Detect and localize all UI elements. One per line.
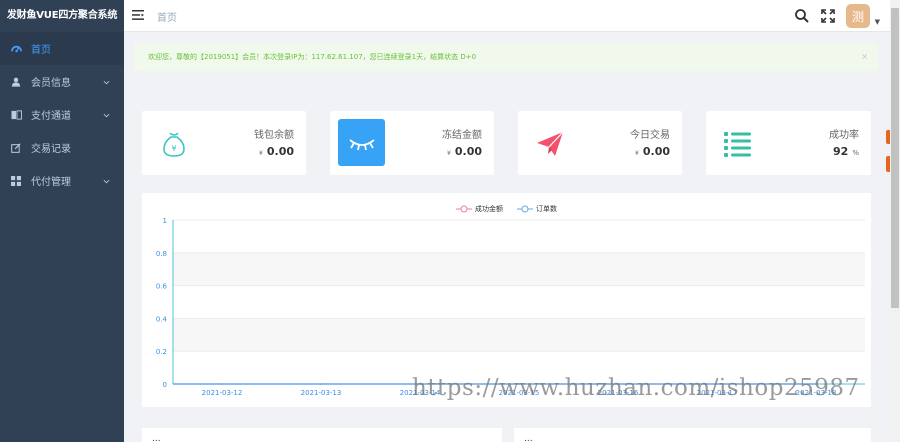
series-point-1 [518,383,520,385]
sidebar-item-label: 代付管理 [31,177,71,188]
stat-label: 成功率 [829,130,859,141]
stat-card-wallet[interactable]: ¥ 钱包余额 ¥0.00 [142,111,306,175]
closed-eye-icon [338,119,385,166]
avatar[interactable]: 测 [846,4,870,28]
sidebar-item-home[interactable]: 首页 [0,32,124,65]
grid-icon [10,175,22,187]
side-float-tab[interactable] [886,156,890,172]
welcome-alert: 欢迎您，尊敬的【2019051】会员！本次登录IP为：117.62.61.107… [134,43,878,71]
sidebar: 发财鱼VUE四方聚合系统 首页 会员信息 支付通道 交易记录 代付管理 [0,0,124,442]
scrollbar[interactable] [890,0,900,442]
y-tick-label: 0.6 [156,283,168,291]
y-tick-label: 0 [163,381,167,389]
channel-icon [10,109,22,121]
x-tick-label: 2021-03-12 [202,389,243,397]
panel-title: ... [152,434,161,442]
y-tick-label: 1 [163,217,167,225]
series-point-1 [320,383,322,385]
x-tick-label: 2021-03-16 [598,389,639,397]
y-tick-label: 0.8 [156,250,167,258]
x-tick-label: 2021-03-15 [499,389,540,397]
stat-label: 冻结金额 [442,130,482,141]
line-chart: 0 0.2 0.4 0.6 0.8 1 2021-03-12 2021-03-13 2021-0… [156,217,865,397]
sidebar-item-label: 支付通道 [31,111,71,122]
x-tick-label: 2021-03-18 [796,389,837,397]
paper-plane-icon [526,120,574,168]
stat-card-success-rate[interactable]: 成功率 92% [706,111,871,175]
sidebar-item-payout[interactable]: 代付管理 [0,164,124,197]
stat-value: 92% [833,145,859,158]
list-icon [714,120,762,168]
fullscreen-icon[interactable] [820,8,836,24]
stat-card-today[interactable]: 今日交易 ¥0.00 [518,111,682,175]
breadcrumb[interactable]: 首页 [157,9,177,24]
y-tick-label: 0.2 [156,348,167,356]
series-point-1 [221,383,223,385]
money-bag-icon: ¥ [150,120,198,168]
x-tick-label: 2021-03-13 [301,389,342,397]
stat-value: ¥0.00 [447,145,482,158]
edit-icon [10,142,22,154]
sidebar-item-label: 首页 [31,45,51,56]
sidebar-item-member-info[interactable]: 会员信息 [0,65,124,98]
x-tick-label: 2021-03-17 [697,389,738,397]
chart-grid-band [173,318,865,352]
stat-label: 钱包余额 [254,130,294,141]
close-icon[interactable]: × [861,52,868,61]
svg-text:¥: ¥ [171,144,176,153]
sidebar-item-transactions[interactable]: 交易记录 [0,131,124,164]
sidebar-item-label: 会员信息 [31,78,71,89]
bottom-panel-right: ... [514,428,871,442]
chart-grid-band [173,252,865,286]
dashboard-icon [10,43,22,55]
series-point-1 [716,383,718,385]
scrollbar-thumb[interactable] [891,8,899,308]
sidebar-item-label: 交易记录 [31,144,71,155]
user-icon [10,76,22,88]
alert-text: 欢迎您，尊敬的【2019051】会员！本次登录IP为：117.62.61.107… [148,53,477,61]
chevron-down-icon [103,110,110,121]
chevron-down-icon [103,176,110,187]
series-point-1 [617,383,619,385]
panel-title: ... [524,434,533,442]
search-icon[interactable] [794,8,810,24]
y-tick-label: 0.4 [156,315,168,323]
stat-value: ¥0.00 [635,145,670,158]
series-point-1 [419,383,421,385]
stat-label: 今日交易 [630,130,670,141]
chart-panel: 成功金额 订单数 0 0.2 0.4 0.6 0.8 1 2021-03-12 2021-03… [142,193,871,407]
sidebar-item-payment-channel[interactable]: 支付通道 [0,98,124,131]
side-float-tab[interactable] [886,130,890,144]
stat-value: ¥0.00 [259,145,294,158]
top-navbar: 首页 测 ▼ [124,0,890,32]
chevron-down-icon [103,77,110,88]
stat-card-frozen[interactable]: 冻结金额 ¥0.00 [330,111,494,175]
x-tick-label: 2021-03-14 [400,389,441,397]
bottom-panel-left: ... [142,428,502,442]
caret-down-icon[interactable]: ▼ [875,18,880,26]
app-logo-title: 发财鱼VUE四方聚合系统 [6,10,118,21]
series-point-1 [815,383,817,385]
hamburger-menu-icon[interactable] [132,9,146,21]
